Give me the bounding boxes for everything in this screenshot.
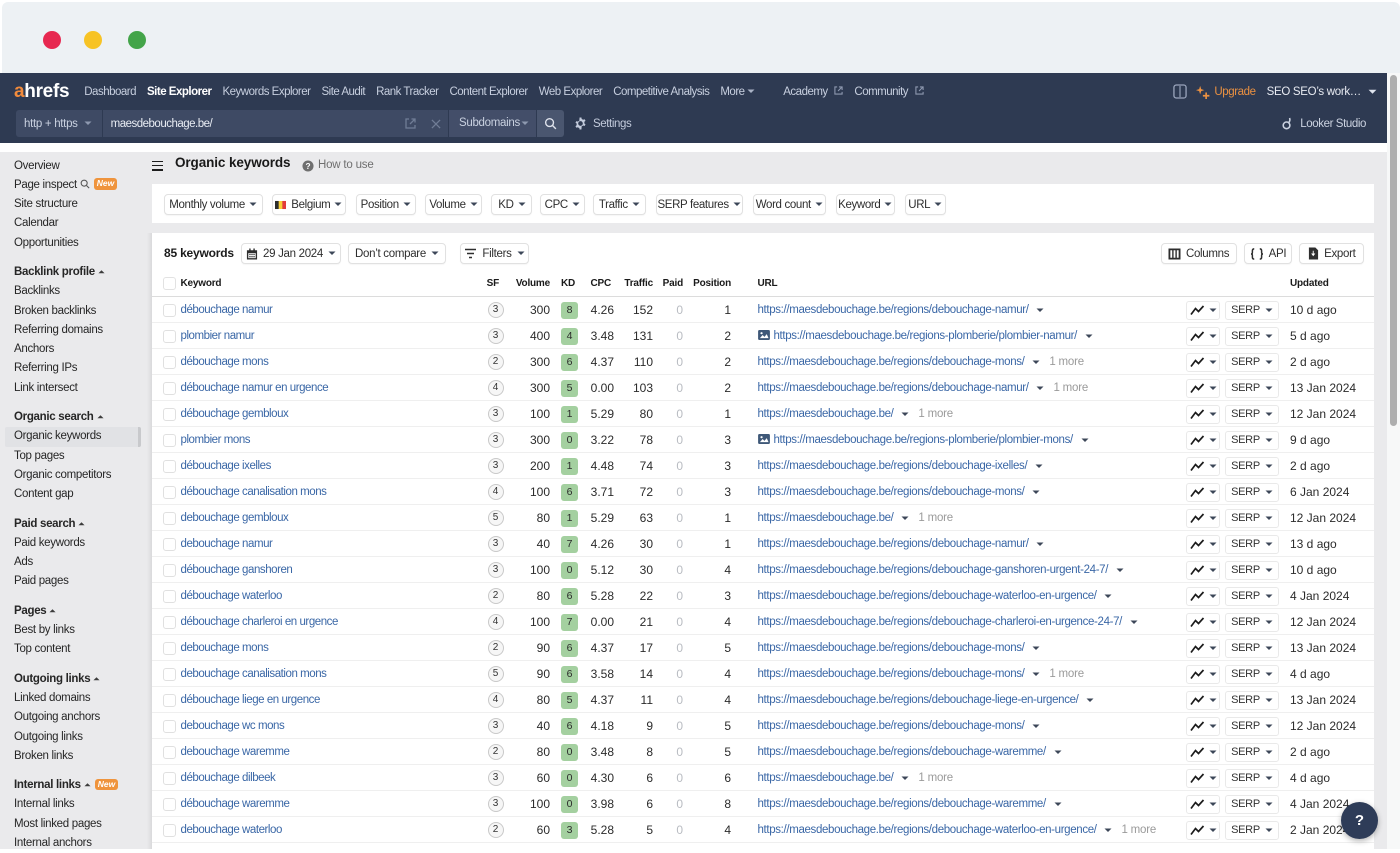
svg-text:?: ?	[305, 161, 310, 171]
